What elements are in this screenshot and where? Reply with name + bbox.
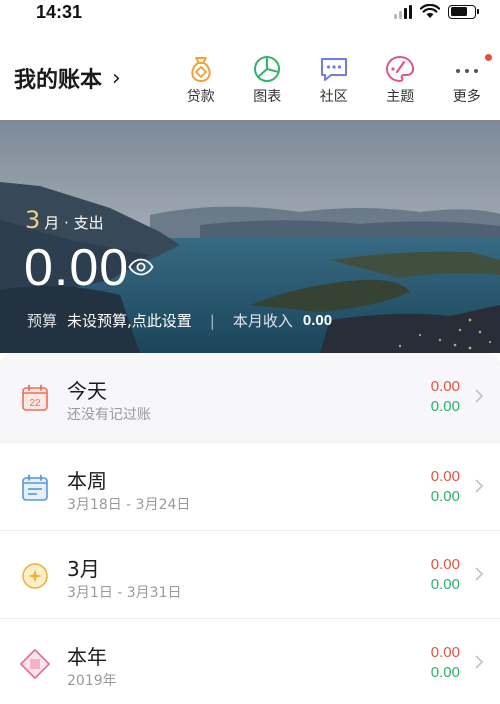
eye-icon[interactable] bbox=[128, 258, 154, 276]
expense-amount: 0.00 bbox=[430, 556, 460, 573]
hero-footer: 预算 未设预算,点此设置 | 本月收入 0.00 bbox=[27, 310, 332, 331]
book-title: 我的账本 bbox=[14, 68, 103, 93]
nav-chart[interactable]: 图表 bbox=[234, 54, 301, 106]
palette-icon bbox=[386, 55, 415, 83]
calendar-day-icon: 22 bbox=[22, 384, 48, 411]
row-title: 本年 bbox=[67, 645, 107, 669]
calendar-week-icon bbox=[22, 474, 48, 501]
calendar-badge: 22 bbox=[29, 398, 41, 409]
divider: | bbox=[209, 311, 215, 330]
nav-community[interactable]: 社区 bbox=[301, 54, 368, 106]
row-title: 3月 bbox=[67, 557, 100, 581]
row-subtitle: 2019年 bbox=[67, 673, 117, 689]
month-summary-card[interactable]: 3 月 · 支出 0.00 预算 未设预算,点此设置 | 本月收入 0.00 bbox=[0, 120, 500, 353]
income-amount: 0.00 bbox=[430, 576, 460, 593]
hero-month-label: 3 月 · 支出 bbox=[25, 206, 104, 234]
chevron-right-icon: › bbox=[112, 65, 121, 91]
nav-label: 贷款 bbox=[186, 89, 215, 105]
top-nav: 贷款 图表 社区 主题 更多 bbox=[168, 54, 500, 106]
expense-amount: 0.00 bbox=[430, 468, 460, 485]
nav-more[interactable]: 更多 bbox=[434, 54, 500, 106]
income-value: 0.00 bbox=[302, 312, 333, 329]
list-item-month[interactable]: 3月 3月1日 - 3月31日 0.00 0.00 bbox=[0, 531, 500, 619]
notification-dot bbox=[485, 54, 492, 61]
book-selector[interactable]: 我的账本 › bbox=[14, 62, 121, 94]
income-amount: 0.00 bbox=[430, 488, 460, 505]
list-item-year[interactable]: 本年 2019年 0.00 0.00 bbox=[0, 619, 500, 704]
list-item-week[interactable]: 本周 3月18日 - 3月24日 0.00 0.00 bbox=[0, 443, 500, 531]
chevron-right-icon bbox=[475, 479, 484, 493]
status-bar: 14:31 bbox=[0, 0, 500, 28]
status-icons bbox=[394, 4, 479, 19]
nav-theme[interactable]: 主题 bbox=[367, 54, 434, 106]
more-dots-icon bbox=[455, 69, 478, 73]
period-list: 22 今天 还没有记过账 0.00 0.00 本周 3月18日 - 3月24日 … bbox=[0, 353, 500, 704]
cell-signal-icon bbox=[394, 4, 412, 19]
row-amounts: 0.00 0.00 bbox=[431, 555, 460, 595]
income-label: 本月收入 bbox=[232, 312, 293, 330]
chevron-right-icon bbox=[475, 655, 484, 669]
battery-icon bbox=[448, 4, 479, 19]
row-subtitle: 3月1日 - 3月31日 bbox=[67, 585, 182, 601]
row-subtitle: 还没有记过账 bbox=[67, 407, 151, 423]
budget-label: 预算 bbox=[27, 312, 58, 330]
row-amounts: 0.00 0.00 bbox=[431, 377, 460, 417]
header: 我的账本 › 贷款 图表 社区 主题 更多 bbox=[0, 36, 500, 120]
pie-chart-icon bbox=[254, 56, 281, 82]
row-amounts: 0.00 0.00 bbox=[431, 467, 460, 507]
nav-label: 图表 bbox=[253, 89, 282, 105]
row-title: 本周 bbox=[67, 469, 107, 493]
row-amounts: 0.00 0.00 bbox=[431, 643, 460, 683]
nav-label: 更多 bbox=[452, 89, 481, 105]
list-item-today[interactable]: 22 今天 还没有记过账 0.00 0.00 bbox=[0, 353, 500, 443]
expense-amount: 0.00 bbox=[430, 378, 460, 395]
income-amount: 0.00 bbox=[430, 664, 460, 681]
nav-label: 主题 bbox=[386, 89, 415, 105]
chevron-right-icon bbox=[475, 567, 484, 581]
chat-bubble-icon bbox=[320, 58, 347, 81]
nav-loan[interactable]: 贷款 bbox=[168, 54, 235, 106]
expense-amount: 0.00 bbox=[430, 644, 460, 661]
diamond-icon bbox=[20, 649, 50, 679]
hero-month-suffix: 月 · 支出 bbox=[44, 214, 104, 232]
moon-icon bbox=[22, 563, 48, 589]
chevron-right-icon bbox=[475, 389, 484, 403]
month-expense-amount: 0.00 bbox=[24, 239, 130, 297]
wifi-icon bbox=[420, 4, 440, 18]
hero-month-number: 3 bbox=[25, 206, 41, 234]
status-time: 14:31 bbox=[36, 2, 83, 22]
loan-bag-icon bbox=[191, 57, 211, 82]
nav-label: 社区 bbox=[319, 89, 348, 105]
budget-setup-link[interactable]: 未设预算,点此设置 bbox=[67, 310, 192, 331]
income-amount: 0.00 bbox=[430, 398, 460, 415]
row-title: 今天 bbox=[67, 379, 107, 403]
row-subtitle: 3月18日 - 3月24日 bbox=[67, 497, 191, 513]
